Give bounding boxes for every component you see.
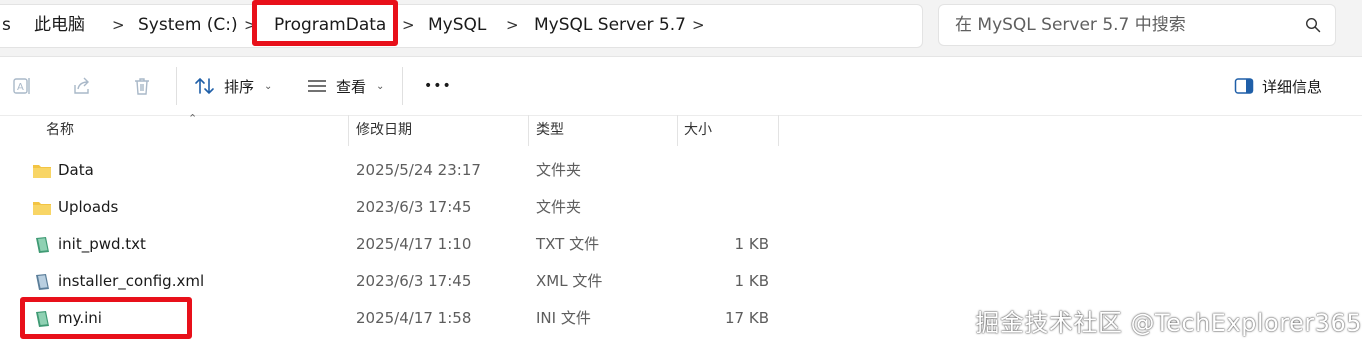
file-modified: 2025/5/24 23:17 bbox=[356, 161, 481, 179]
file-size bbox=[684, 189, 769, 226]
column-header-size[interactable]: 大小 bbox=[684, 115, 712, 145]
folder-icon bbox=[33, 165, 51, 178]
details-label: 详细信息 bbox=[1262, 77, 1323, 96]
sort-ascending-icon: ⌃ bbox=[188, 112, 198, 125]
toolbar-divider bbox=[402, 67, 403, 105]
breadcrumb-item-mysql-server[interactable]: MySQL Server 5.7 bbox=[534, 4, 686, 46]
command-bar: A 排序 ⌄ 查看 ⌄ ••• 详细信息 bbox=[0, 57, 1362, 116]
file-name[interactable]: installer_config.xml bbox=[58, 263, 204, 300]
watermark: 掘金技术社区 @TechExplorer365 bbox=[975, 309, 1362, 337]
file-type: 文件夹 bbox=[536, 161, 582, 179]
folder-icon bbox=[33, 202, 51, 215]
text-file-icon bbox=[36, 237, 49, 253]
file-size: 1 KB bbox=[734, 235, 769, 253]
search-icon[interactable] bbox=[1305, 17, 1321, 33]
breadcrumb-item-mysql[interactable]: MySQL bbox=[428, 4, 486, 46]
search-input[interactable]: 在 MySQL Server 5.7 中搜索 bbox=[938, 4, 1336, 46]
more-icon: ••• bbox=[424, 78, 452, 94]
chevron-down-icon: ⌄ bbox=[376, 80, 385, 92]
xml-file-icon bbox=[36, 274, 49, 290]
file-size bbox=[684, 152, 769, 189]
file-modified: 2023/6/3 17:45 bbox=[356, 198, 472, 216]
file-name[interactable]: Data bbox=[58, 152, 94, 189]
column-divider[interactable] bbox=[778, 115, 779, 146]
file-type: XML 文件 bbox=[536, 272, 603, 290]
column-header-type[interactable]: 类型 bbox=[536, 115, 564, 145]
sort-label: 排序 bbox=[224, 77, 255, 96]
file-type: TXT 文件 bbox=[536, 235, 600, 253]
file-modified: 2025/4/17 1:58 bbox=[356, 309, 472, 327]
file-modified: 2025/4/17 1:10 bbox=[356, 235, 472, 253]
sort-button[interactable]: 排序 ⌄ bbox=[194, 71, 272, 101]
column-divider[interactable] bbox=[348, 115, 349, 146]
details-pane-button[interactable]: 详细信息 bbox=[1234, 71, 1322, 101]
view-label: 查看 bbox=[336, 77, 367, 96]
file-row[interactable]: installer_config.xml 2023/6/3 17:45 XML … bbox=[0, 263, 1362, 300]
breadcrumb-separator[interactable]: > bbox=[506, 4, 519, 46]
column-divider[interactable] bbox=[528, 115, 529, 146]
column-divider[interactable] bbox=[677, 115, 678, 146]
sort-icon bbox=[195, 77, 214, 95]
rename-icon[interactable]: A bbox=[12, 76, 32, 96]
highlight-box-programdata bbox=[252, 0, 398, 46]
address-bar: s 此电脑 > System (C:) > ProgramData > MySQ… bbox=[0, 0, 1362, 57]
column-header-modified[interactable]: 修改日期 bbox=[356, 115, 412, 145]
delete-icon[interactable] bbox=[132, 76, 152, 96]
column-header-name[interactable]: 名称 bbox=[46, 115, 74, 145]
breadcrumb-item-system-c[interactable]: System (C:) bbox=[138, 4, 238, 46]
file-modified: 2023/6/3 17:45 bbox=[356, 272, 472, 290]
file-type: INI 文件 bbox=[536, 309, 591, 327]
chevron-down-icon: ⌄ bbox=[264, 80, 273, 92]
view-icon bbox=[308, 80, 326, 92]
toolbar-divider bbox=[176, 67, 177, 105]
svg-text:A: A bbox=[17, 82, 24, 93]
file-size: 17 KB bbox=[725, 309, 769, 327]
file-row[interactable]: Data 2025/5/24 23:17 文件夹 bbox=[0, 152, 1362, 189]
breadcrumb-separator[interactable]: > bbox=[112, 4, 125, 46]
file-size: 1 KB bbox=[734, 272, 769, 290]
highlight-box-my-ini bbox=[20, 297, 192, 339]
file-type: 文件夹 bbox=[536, 198, 582, 216]
breadcrumb-separator[interactable]: > bbox=[402, 4, 415, 46]
share-icon[interactable] bbox=[72, 76, 92, 96]
search-placeholder: 在 MySQL Server 5.7 中搜索 bbox=[955, 15, 1186, 35]
file-row[interactable]: init_pwd.txt 2025/4/17 1:10 TXT 文件 1 KB bbox=[0, 226, 1362, 263]
more-options-button[interactable]: ••• bbox=[424, 71, 452, 101]
file-name[interactable]: init_pwd.txt bbox=[58, 226, 146, 263]
file-name[interactable]: Uploads bbox=[58, 189, 118, 226]
breadcrumb-separator[interactable]: > bbox=[692, 4, 705, 46]
view-button[interactable]: 查看 ⌄ bbox=[306, 71, 384, 101]
file-row[interactable]: Uploads 2023/6/3 17:45 文件夹 bbox=[0, 189, 1362, 226]
breadcrumb-leading-glyph: s bbox=[2, 15, 11, 35]
breadcrumb-item-this-pc[interactable]: 此电脑 bbox=[34, 4, 85, 46]
details-pane-icon bbox=[1234, 78, 1254, 94]
